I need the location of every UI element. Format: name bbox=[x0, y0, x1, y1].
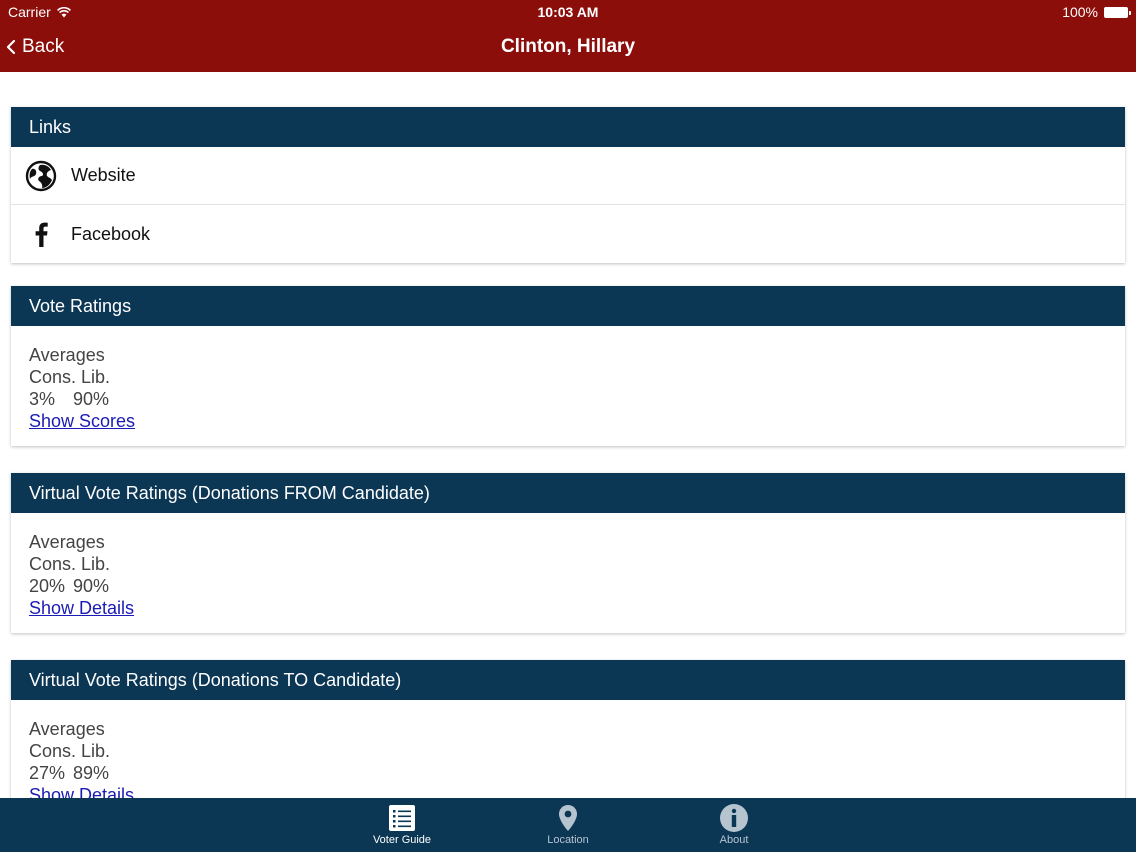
page-title: Clinton, Hillary bbox=[500, 36, 636, 57]
vote-ratings-card: Vote Ratings Averages Cons. Lib. 3% 90% S… bbox=[11, 286, 1125, 446]
virtual-vote-from-card: Virtual Vote Ratings (Donations FROM Can… bbox=[11, 473, 1125, 633]
tab-voter-guide[interactable]: Voter Guide bbox=[342, 802, 462, 852]
cons-lib-label: Cons. Lib. bbox=[29, 367, 111, 387]
cons-lib-label: Cons. Lib. bbox=[29, 741, 111, 761]
list-icon bbox=[389, 805, 415, 831]
tab-label: Location bbox=[547, 834, 589, 846]
lib-value: 89% bbox=[73, 763, 110, 783]
location-pin-icon bbox=[559, 805, 577, 831]
website-link-row[interactable]: Website bbox=[11, 147, 1125, 205]
show-scores-link[interactable]: Show Scores bbox=[29, 411, 135, 431]
averages-label: Averages bbox=[29, 532, 105, 552]
lib-value: 90% bbox=[73, 389, 110, 409]
nav-row: Back Clinton, Hillary bbox=[0, 28, 1136, 68]
ratings-values: 27% 89% bbox=[29, 762, 1107, 784]
battery-icon bbox=[1104, 6, 1131, 18]
lib-value: 90% bbox=[73, 576, 110, 596]
content-scroll-area[interactable]: Links Website Facebook Vote Ratings Aver… bbox=[0, 72, 1136, 798]
facebook-icon bbox=[25, 218, 57, 250]
status-battery: 100% bbox=[1062, 4, 1131, 20]
facebook-link-row[interactable]: Facebook bbox=[11, 205, 1125, 263]
status-bar: Carrier 10:03 AM 100% bbox=[0, 0, 1136, 24]
ratings-values: 3% 90% bbox=[29, 388, 1107, 410]
tab-about[interactable]: About bbox=[674, 802, 794, 852]
vote-ratings-body: Averages Cons. Lib. 3% 90% Show Scores bbox=[11, 326, 1125, 446]
status-time: 10:03 AM bbox=[537, 4, 599, 20]
averages-label: Averages bbox=[29, 345, 105, 365]
ratings-values: 20% 90% bbox=[29, 575, 1107, 597]
virtual-vote-to-header: Virtual Vote Ratings (Donations TO Candi… bbox=[11, 660, 1125, 700]
virtual-vote-to-body: Averages Cons. Lib. 27% 89% Show Details bbox=[11, 700, 1125, 798]
facebook-link-label: Facebook bbox=[71, 223, 151, 244]
virtual-vote-to-card: Virtual Vote Ratings (Donations TO Candi… bbox=[11, 660, 1125, 798]
links-card: Links Website Facebook bbox=[11, 107, 1125, 263]
show-details-link[interactable]: Show Details bbox=[29, 598, 134, 618]
info-icon bbox=[720, 804, 748, 832]
cons-value: 20% bbox=[29, 576, 66, 596]
website-link-label: Website bbox=[71, 165, 136, 185]
cons-value: 27% bbox=[29, 763, 66, 783]
tab-label: About bbox=[719, 834, 749, 846]
vote-ratings-header: Vote Ratings bbox=[11, 286, 1125, 326]
navigation-bar: Carrier 10:03 AM 100% Back Clinton, Hill… bbox=[0, 0, 1136, 72]
tab-location[interactable]: Location bbox=[508, 802, 628, 852]
averages-label: Averages bbox=[29, 719, 105, 739]
virtual-vote-from-header: Virtual Vote Ratings (Donations FROM Can… bbox=[11, 473, 1125, 513]
cons-value: 3% bbox=[29, 389, 56, 409]
links-card-header: Links bbox=[11, 107, 1125, 147]
globe-icon bbox=[25, 160, 57, 192]
battery-percent: 100% bbox=[1062, 4, 1098, 20]
show-details-link[interactable]: Show Details bbox=[29, 785, 134, 798]
tab-bar: Voter Guide Location About bbox=[0, 798, 1136, 852]
tab-label: Voter Guide bbox=[372, 834, 432, 846]
virtual-vote-from-body: Averages Cons. Lib. 20% 90% Show Details bbox=[11, 513, 1125, 633]
cons-lib-label: Cons. Lib. bbox=[29, 554, 111, 574]
